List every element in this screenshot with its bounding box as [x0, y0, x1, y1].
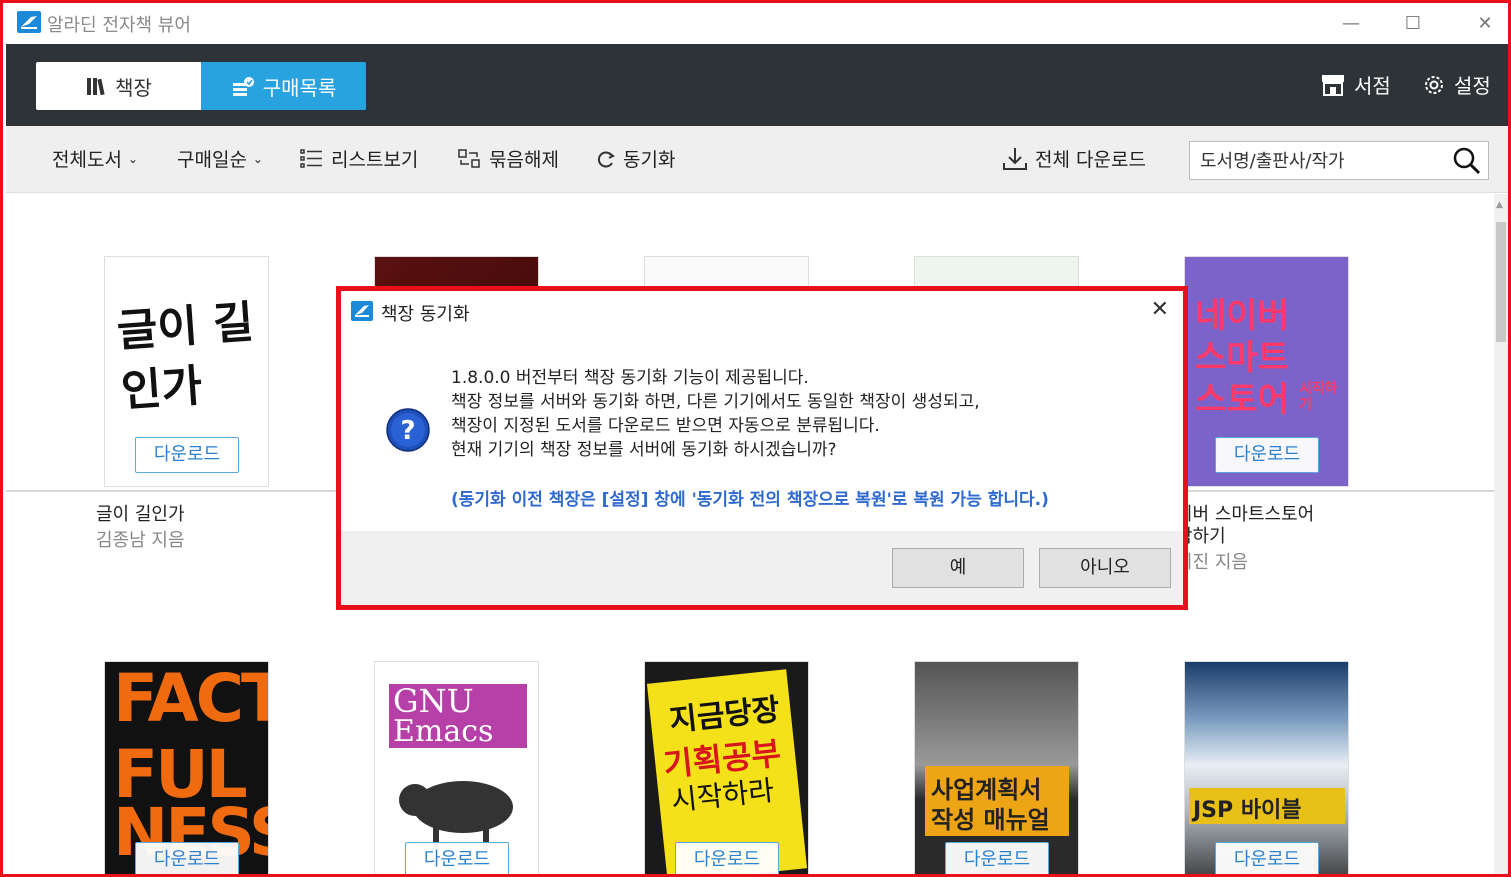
app-title: 알라딘 전자책 뷰어: [47, 15, 191, 36]
tab-purchase-list[interactable]: 구매목록: [201, 62, 366, 110]
download-button[interactable]: 다운로드: [675, 842, 779, 874]
dialog-line: 현재 기기의 책장 정보를 서버에 동기화 하시겠습니까?: [451, 440, 837, 460]
sync-dialog: 책장 동기화 ✕ ? 1.8.0.0 버전부터 책장 동기화 기능이 제공됩니다…: [336, 286, 1188, 610]
tab-purchase-list-label: 구매목록: [262, 75, 337, 100]
book-cover[interactable]: 지금당장 기획공부 시작하라 다운로드: [644, 661, 809, 874]
book-title: 글이 길인가: [96, 504, 185, 525]
dialog-title: 책장 동기화: [381, 304, 470, 325]
search-input[interactable]: [1200, 148, 1450, 174]
download-button[interactable]: 다운로드: [135, 842, 239, 874]
app-logo-icon: [17, 11, 41, 33]
sync-label: 동기화: [623, 149, 676, 171]
sync-icon: [598, 151, 615, 167]
store-label: 서점: [1354, 74, 1391, 98]
search-icon[interactable]: [1452, 146, 1482, 176]
close-icon[interactable]: ✕: [1151, 297, 1169, 322]
app-logo-icon: [351, 301, 373, 321]
minimize-button[interactable]: —: [1333, 7, 1369, 41]
ungroup-icon: [458, 148, 480, 168]
filter-dropdown[interactable]: 전체도서 ⌄: [52, 145, 138, 172]
ungroup-label: 묶음해제: [489, 149, 559, 171]
cover-title-1: GNU: [393, 682, 474, 720]
dialog-body: ? 1.8.0.0 버전부터 책장 동기화 기능이 제공됩니다. 책장 정보를 …: [341, 331, 1183, 531]
book-cover[interactable]: JSP 바이블 다운로드: [1184, 661, 1349, 874]
cover-title-1: JSP 바이블: [1193, 798, 1302, 823]
scroll-thumb[interactable]: [1496, 222, 1506, 342]
book-cover[interactable]: FACT FUL NESS 다운로드: [104, 661, 269, 874]
book-cover[interactable]: 네이버 스마트 스토어 시작하기 다운로드: [1184, 256, 1349, 487]
cover-title-2: 작성 매뉴얼: [931, 806, 1050, 834]
close-button[interactable]: ✕: [1467, 7, 1503, 41]
search-box: [1189, 141, 1489, 180]
download-all-button[interactable]: 전체 다운로드: [1002, 145, 1146, 172]
ungroup-button[interactable]: 묶음해제: [458, 145, 559, 172]
filter-label: 전체도서: [52, 149, 122, 171]
download-button[interactable]: 다운로드: [135, 437, 239, 473]
tab-bookshelf[interactable]: 책장: [36, 62, 201, 110]
book-cover[interactable]: GNU Emacs 다운로드: [374, 661, 539, 874]
list-view-button[interactable]: 리스트보기: [300, 145, 418, 172]
book-author: 김종남 지음: [96, 530, 185, 551]
gnu-illustration: [399, 781, 513, 850]
list-view-label: 리스트보기: [331, 149, 419, 171]
book-cover[interactable]: 글이 길인가 다운로드: [104, 256, 269, 487]
cover-title-2: Emacs: [393, 714, 494, 749]
list-view-icon: [300, 148, 322, 168]
vertical-scrollbar[interactable]: ▲: [1494, 194, 1508, 874]
dialog-line: 1.8.0.0 버전부터 책장 동기화 기능이 제공됩니다.: [451, 368, 809, 388]
yes-button[interactable]: 예: [892, 548, 1024, 588]
dialog-note: (동기화 이전 책장은 [설정] 창에 '동기화 전의 책장으로 복원'로 복원…: [451, 490, 1049, 510]
dialog-line: 책장 정보를 서버와 동기화 하면, 다른 기기에서도 동일한 책장이 생성되고…: [451, 392, 980, 412]
sort-dropdown[interactable]: 구매일순 ⌄: [177, 145, 263, 172]
download-button[interactable]: 다운로드: [945, 842, 1049, 874]
gear-icon: [1425, 75, 1443, 94]
store-button[interactable]: 서점: [1320, 70, 1391, 99]
toolbar: 전체도서 ⌄ 구매일순 ⌄ 리스트보기 묶음해제 동기화 전체 다운로드: [6, 126, 1508, 193]
purchase-list-icon: [232, 77, 254, 96]
bookshelf-icon: [87, 78, 105, 96]
cover-title-2: 스마트: [1195, 338, 1289, 378]
download-icon: [1003, 147, 1027, 170]
chevron-down-icon: ⌄: [127, 151, 138, 166]
svg-text:?: ?: [400, 416, 415, 446]
download-button[interactable]: 다운로드: [1215, 842, 1319, 874]
app-header: 책장 구매목록 서점 설정: [6, 44, 1508, 126]
download-button[interactable]: 다운로드: [1215, 437, 1319, 473]
dialog-line: 책장이 지정된 도서를 다운로드 받으면 자동으로 분류됩니다.: [451, 416, 880, 436]
book-cover[interactable]: 사업계획서 작성 매뉴얼 다운로드: [914, 661, 1079, 874]
store-icon: [1322, 74, 1344, 96]
maximize-button[interactable]: ☐: [1395, 7, 1431, 41]
dialog-message: 1.8.0.0 버전부터 책장 동기화 기능이 제공됩니다. 책장 정보를 서버…: [451, 366, 980, 462]
dialog-footer: 예 아니오: [341, 531, 1183, 605]
dialog-titlebar: 책장 동기화 ✕: [341, 291, 1183, 331]
sort-label: 구매일순: [177, 149, 247, 171]
tab-bookshelf-label: 책장: [115, 75, 152, 100]
book-title-line1: 이버 스마트스토어: [1176, 504, 1315, 525]
chevron-down-icon: ⌄: [252, 151, 263, 166]
download-button[interactable]: 다운로드: [405, 842, 509, 874]
window-titlebar: 알라딘 전자책 뷰어 — ☐ ✕: [3, 3, 1508, 43]
cover-title: 글이 길인가: [115, 296, 256, 418]
scroll-up-icon[interactable]: ▲: [1496, 200, 1503, 210]
settings-button[interactable]: 설정: [1422, 70, 1491, 99]
download-all-label: 전체 다운로드: [1035, 149, 1146, 171]
no-button[interactable]: 아니오: [1039, 548, 1171, 588]
cover-title-1: FACT: [113, 661, 269, 737]
cover-title-1: 네이버: [1195, 296, 1289, 336]
cover-subtitle: 시작하기: [1299, 381, 1338, 413]
settings-label: 설정: [1454, 74, 1491, 98]
question-icon: ?: [386, 408, 430, 452]
sync-button[interactable]: 동기화: [596, 145, 675, 172]
cover-title-3: 스토어: [1195, 380, 1289, 420]
